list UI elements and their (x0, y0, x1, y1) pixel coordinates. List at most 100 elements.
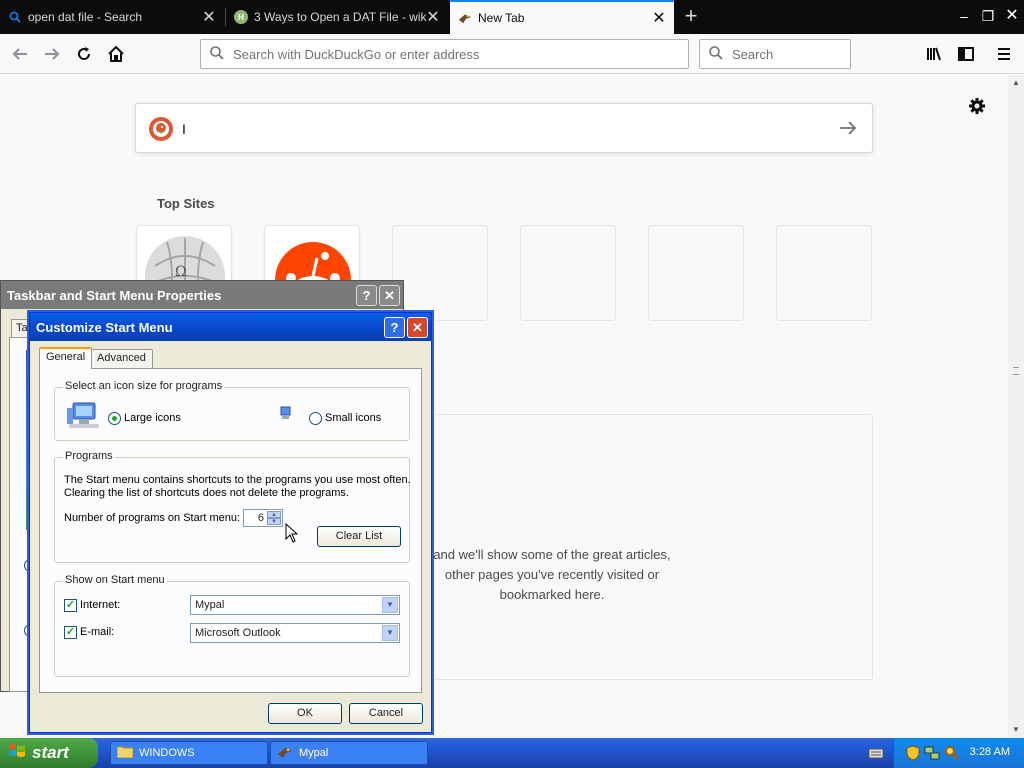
tab-title: New Tab (478, 11, 525, 25)
close-icon[interactable]: ✕ (652, 8, 666, 28)
scroll-up-arrow[interactable]: ▲ (1008, 75, 1024, 91)
close-button[interactable]: ✕ (407, 317, 428, 338)
reload-button[interactable] (70, 40, 98, 68)
search-icon[interactable] (944, 745, 960, 764)
programs-description: The Start menu contains shortcuts to the… (64, 474, 411, 486)
clock[interactable]: 3:28 AM (970, 746, 1010, 758)
help-button[interactable]: ? (356, 285, 377, 306)
email-label[interactable]: E-mail: (80, 626, 114, 638)
highlights-line: bookmarked here. (499, 587, 605, 602)
small-icons-label[interactable]: Small icons (325, 412, 381, 424)
search-icon (209, 45, 225, 64)
spin-down-arrow[interactable]: ▼ (267, 518, 281, 525)
menu-button[interactable] (990, 40, 1018, 68)
tab-general[interactable]: General (39, 347, 93, 369)
number-of-programs-spinner[interactable]: 6 ▲ ▼ (243, 509, 283, 527)
mypal-icon (277, 745, 293, 762)
spinner-value: 6 (257, 512, 264, 524)
customize-start-menu-dialog: Customize Start Menu ? ✕ General Advance… (29, 312, 432, 733)
back-arrow-icon (12, 48, 27, 60)
mypal-icon (458, 11, 472, 25)
spin-up-arrow[interactable]: ▲ (267, 511, 281, 518)
scroll-down-arrow[interactable]: ▼ (1008, 722, 1024, 738)
clear-list-button[interactable]: Clear List (317, 526, 401, 547)
taskbar-button-mypal[interactable]: Mypal (270, 741, 428, 765)
close-icon[interactable]: ✕ (426, 7, 440, 27)
small-icons-icon (279, 406, 293, 424)
select-value: Microsoft Outlook (195, 627, 281, 639)
chevron-down-icon[interactable]: ▼ (382, 597, 398, 613)
tab-wikihow[interactable]: H 3 Ways to Open a DAT File - wikiH ✕ (226, 2, 448, 32)
tab-title: 3 Ways to Open a DAT File - wikiH (254, 10, 426, 24)
large-icons-label[interactable]: Large icons (124, 412, 181, 424)
top-site-empty[interactable] (648, 225, 744, 321)
windows-logo-icon (8, 743, 26, 764)
top-site-empty[interactable] (392, 225, 488, 321)
reload-icon (78, 47, 91, 60)
library-button[interactable] (920, 40, 948, 68)
show-on-start-menu-group: Show on Start menu ✓ Internet: Mypal ▼ ✓… (54, 574, 410, 677)
email-checkbox[interactable]: ✓ (64, 626, 77, 639)
home-button[interactable] (102, 40, 130, 68)
page-search-box[interactable] (135, 103, 873, 153)
url-bar[interactable] (200, 39, 689, 69)
window-close-button[interactable]: ✕ (1000, 4, 1024, 28)
home-icon (108, 45, 124, 62)
wikihow-icon: H (234, 10, 248, 24)
icon-size-group: Select an icon size for programs Large i… (54, 380, 410, 441)
new-tab-button[interactable]: + (678, 2, 704, 32)
close-icon[interactable]: ✕ (202, 7, 216, 27)
small-icons-radio[interactable] (309, 412, 322, 425)
highlights-line: other pages you've recently visited or (444, 567, 660, 582)
group-label: Show on Start menu (63, 574, 167, 586)
search-icon (708, 45, 724, 64)
back-button[interactable] (6, 40, 34, 68)
dialog-titlebar[interactable]: Customize Start Menu (30, 313, 431, 341)
mouse-cursor (285, 522, 299, 543)
email-select[interactable]: Microsoft Outlook ▼ (190, 623, 400, 643)
large-icons-radio[interactable] (108, 412, 121, 425)
ok-button[interactable]: OK (268, 703, 342, 724)
group-label: Programs (63, 450, 115, 462)
start-button[interactable]: start (0, 738, 98, 768)
sidebar-button[interactable] (952, 40, 980, 68)
large-icons-icon (67, 400, 101, 430)
internet-label[interactable]: Internet: (80, 599, 120, 611)
start-label: start (32, 743, 69, 762)
cancel-button[interactable]: Cancel (349, 703, 423, 724)
help-button[interactable]: ? (384, 317, 405, 338)
top-site-empty[interactable] (520, 225, 616, 321)
restore-button[interactable]: ❐ (976, 4, 1000, 28)
url-input[interactable] (233, 46, 688, 62)
close-button[interactable]: ✕ (379, 285, 400, 306)
page-scrollbar[interactable]: ▲ ▼ (1008, 75, 1024, 738)
top-site-empty[interactable] (776, 225, 872, 321)
shield-icon[interactable] (906, 745, 920, 764)
taskbar-button-label: Mypal (299, 747, 329, 759)
forward-button[interactable] (38, 40, 66, 68)
internet-checkbox[interactable]: ✓ (64, 599, 77, 612)
gear-icon[interactable] (966, 95, 988, 117)
library-icon (927, 47, 941, 61)
chevron-down-icon[interactable]: ▼ (382, 625, 398, 641)
sidebar-icon (958, 47, 974, 61)
network-icon[interactable] (924, 745, 940, 764)
highlights-line: and we'll show some of the great article… (433, 547, 671, 562)
internet-select[interactable]: Mypal ▼ (190, 595, 400, 615)
programs-group: Programs The Start menu contains shortcu… (54, 450, 411, 563)
minimize-button[interactable]: – (952, 4, 976, 28)
tab-search[interactable]: open dat file - Search ✕ (0, 2, 224, 32)
page-search-input[interactable] (182, 117, 822, 141)
search-bar[interactable] (699, 39, 851, 69)
tab-new-tab[interactable]: New Tab ✕ (450, 0, 674, 34)
tab-title: open dat file - Search (28, 10, 143, 24)
window-titlebar[interactable]: Taskbar and Start Menu Properties (1, 281, 403, 309)
tab-advanced[interactable]: Advanced (90, 349, 153, 369)
search-input[interactable] (732, 46, 850, 62)
arrow-right-icon[interactable] (838, 118, 858, 138)
keyboard-icon[interactable] (868, 746, 884, 760)
scrollbar-grip[interactable] (1013, 367, 1019, 375)
dialog-title: Customize Start Menu (36, 319, 173, 335)
group-label: Select an icon size for programs (63, 380, 225, 392)
taskbar-button-windows[interactable]: WINDOWS (110, 741, 268, 765)
